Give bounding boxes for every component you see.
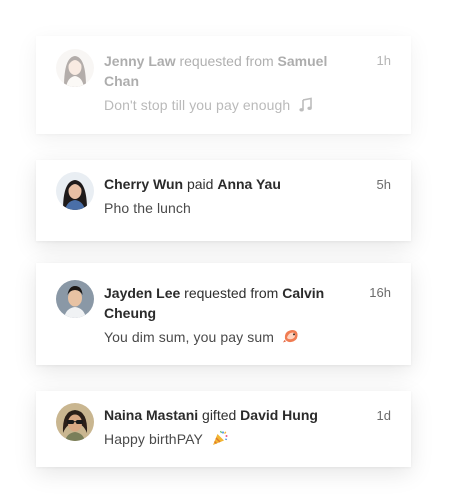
feed-item-headline: Jenny Law requested from Samuel Chan	[104, 51, 349, 91]
timestamp: 5h	[376, 177, 391, 192]
feed-item-headline: Jayden Lee requested from Calvin Cheung	[104, 283, 349, 323]
feed-item[interactable]: Cherry Wun paid Anna Yau Pho the lunch 5…	[36, 160, 411, 241]
feed-item[interactable]: Naina Mastani gifted David Hung Happy bi…	[36, 391, 411, 467]
actor-name[interactable]: Jayden Lee	[104, 285, 180, 301]
feed-item[interactable]: Jayden Lee requested from Calvin Cheung …	[36, 263, 411, 365]
feed-item-headline: Cherry Wun paid Anna Yau	[104, 174, 349, 194]
target-name[interactable]: Anna Yau	[217, 176, 281, 192]
action-verb: requested from	[184, 285, 279, 301]
feed-item-message: Don't stop till you pay enough	[104, 95, 393, 118]
feed-item-body: Naina Mastani gifted David Hung Happy bi…	[104, 405, 393, 452]
feed-item-body: Cherry Wun paid Anna Yau Pho the lunch	[104, 174, 393, 218]
music-note-icon	[298, 97, 314, 118]
feed-item[interactable]: Jenny Law requested from Samuel Chan Don…	[36, 36, 411, 134]
feed-item-message: Pho the lunch	[104, 198, 393, 218]
message-text: Happy birthPAY	[104, 431, 203, 447]
avatar	[56, 172, 94, 210]
actor-name[interactable]: Cherry Wun	[104, 176, 183, 192]
actor-name[interactable]: Naina Mastani	[104, 407, 198, 423]
message-text: You dim sum, you pay sum	[104, 329, 274, 345]
feed-item-message: You dim sum, you pay sum	[104, 327, 393, 350]
avatar	[56, 403, 94, 441]
feed-item-body: Jenny Law requested from Samuel Chan Don…	[104, 51, 393, 118]
feed-item-headline: Naina Mastani gifted David Hung	[104, 405, 349, 425]
timestamp: 1d	[376, 408, 391, 423]
message-text: Pho the lunch	[104, 200, 191, 216]
avatar	[56, 49, 94, 87]
actor-name[interactable]: Jenny Law	[104, 53, 176, 69]
party-popper-icon	[211, 429, 229, 452]
feed-item-message: Happy birthPAY	[104, 429, 393, 452]
target-name[interactable]: David Hung	[240, 407, 318, 423]
feed-item-body: Jayden Lee requested from Calvin Cheung …	[104, 283, 393, 350]
action-verb: paid	[186, 176, 214, 192]
action-verb: gifted	[202, 407, 237, 423]
shrimp-icon	[282, 327, 300, 350]
avatar	[56, 280, 94, 318]
action-verb: requested from	[179, 53, 274, 69]
timestamp: 16h	[369, 285, 391, 300]
message-text: Don't stop till you pay enough	[104, 97, 291, 113]
timestamp: 1h	[376, 53, 391, 68]
